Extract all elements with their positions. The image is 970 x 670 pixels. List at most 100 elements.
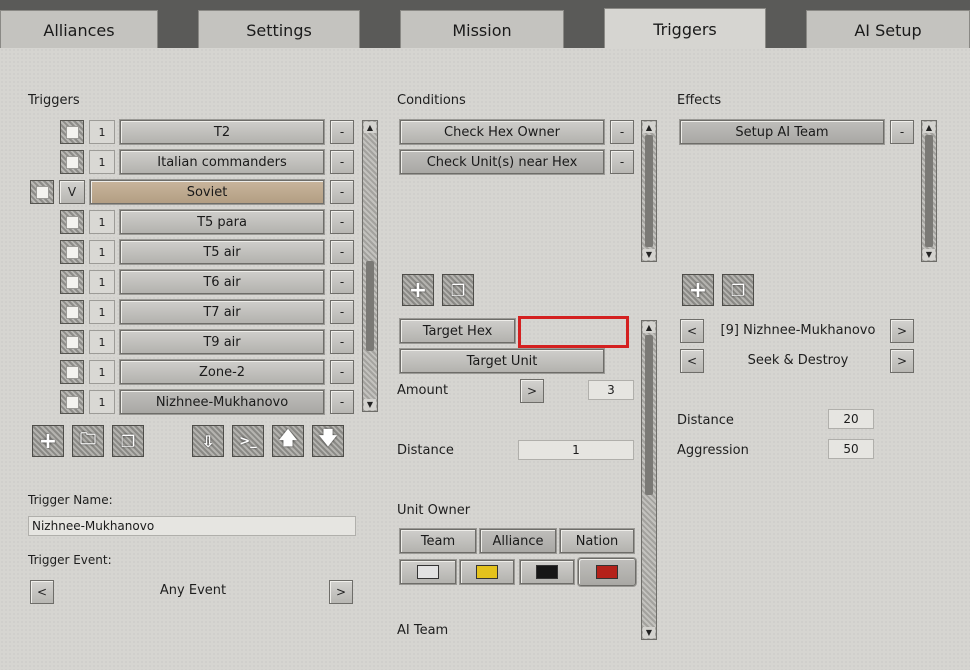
trigger-item[interactable]: T2: [120, 120, 324, 144]
scroll-up-icon[interactable]: ▲: [364, 122, 376, 133]
amount-next-button[interactable]: >: [520, 379, 544, 403]
trigger-repeat-count[interactable]: 1: [89, 330, 115, 354]
trigger-repeat-count[interactable]: 1: [89, 240, 115, 264]
trigger-remove-button[interactable]: -: [330, 180, 354, 204]
owner-tab-nation[interactable]: Nation: [560, 529, 634, 553]
copy-trigger-button[interactable]: ❐: [112, 425, 144, 457]
condition-item-selected[interactable]: Check Unit(s) near Hex: [400, 150, 604, 174]
owner-color-yellow-button[interactable]: [460, 560, 514, 584]
trigger-list-scrollbar[interactable]: ▲ ▼: [362, 120, 378, 412]
trigger-item[interactable]: Italian commanders: [120, 150, 324, 174]
script-button[interactable]: >_: [232, 425, 264, 457]
move-up-button[interactable]: 🡅: [272, 425, 304, 457]
mode-prev-button[interactable]: <: [680, 349, 704, 373]
condition-remove-button[interactable]: -: [610, 120, 634, 144]
aggression-value[interactable]: 50: [828, 439, 874, 459]
trigger-repeat-count[interactable]: 1: [89, 270, 115, 294]
event-next-button[interactable]: >: [329, 580, 353, 604]
add-trigger-button[interactable]: +: [32, 425, 64, 457]
owner-tab-team[interactable]: Team: [400, 529, 476, 553]
copy-effect-button[interactable]: ❐: [722, 274, 754, 306]
trigger-remove-button[interactable]: -: [330, 150, 354, 174]
trigger-remove-button[interactable]: -: [330, 330, 354, 354]
trigger-remove-button[interactable]: -: [330, 360, 354, 384]
scroll-up-icon[interactable]: ▲: [643, 122, 655, 133]
condition-item[interactable]: Check Hex Owner: [400, 120, 604, 144]
condition-details-scrollbar[interactable]: ▲ ▼: [641, 320, 657, 640]
trigger-enable-checkbox[interactable]: [60, 240, 84, 264]
trigger-repeat-count[interactable]: 1: [89, 390, 115, 414]
trigger-remove-button[interactable]: -: [330, 300, 354, 324]
tab-settings[interactable]: Settings: [198, 10, 360, 50]
trigger-enable-checkbox[interactable]: [60, 330, 84, 354]
amount-value[interactable]: 3: [588, 380, 634, 400]
trigger-remove-button[interactable]: -: [330, 270, 354, 294]
trigger-repeat-count[interactable]: 1: [89, 210, 115, 234]
trigger-remove-button[interactable]: -: [330, 390, 354, 414]
trigger-remove-button[interactable]: -: [330, 210, 354, 234]
tab-triggers[interactable]: Triggers: [604, 8, 766, 50]
trigger-enable-checkbox[interactable]: [60, 210, 84, 234]
scroll-thumb[interactable]: [366, 261, 374, 351]
trigger-repeat-count[interactable]: 1: [89, 300, 115, 324]
distance-value[interactable]: 1: [518, 440, 634, 460]
effects-scrollbar[interactable]: ▲ ▼: [921, 120, 937, 262]
target-unit-button[interactable]: Target Unit: [400, 349, 604, 373]
trigger-item[interactable]: T5 air: [120, 240, 324, 264]
trigger-enable-checkbox[interactable]: [30, 180, 54, 204]
import-trigger-button[interactable]: ⇩: [192, 425, 224, 457]
scroll-down-icon[interactable]: ▼: [643, 249, 655, 260]
trigger-enable-checkbox[interactable]: [60, 150, 84, 174]
target-hex-button[interactable]: Target Hex: [400, 319, 515, 343]
scroll-down-icon[interactable]: ▼: [364, 399, 376, 410]
trigger-enable-checkbox[interactable]: [60, 360, 84, 384]
trigger-item-selected[interactable]: Soviet: [90, 180, 324, 204]
trigger-repeat-count[interactable]: 1: [89, 360, 115, 384]
scroll-down-icon[interactable]: ▼: [923, 249, 935, 260]
target-hex-highlight[interactable]: [518, 316, 629, 348]
conditions-scrollbar[interactable]: ▲ ▼: [641, 120, 657, 262]
trigger-remove-button[interactable]: -: [330, 120, 354, 144]
trigger-item[interactable]: T9 air: [120, 330, 324, 354]
tab-ai-setup[interactable]: AI Setup: [806, 10, 970, 50]
effect-item-selected[interactable]: Setup AI Team: [680, 120, 884, 144]
trigger-remove-button[interactable]: -: [330, 240, 354, 264]
scroll-up-icon[interactable]: ▲: [643, 322, 655, 333]
effect-remove-button[interactable]: -: [890, 120, 914, 144]
owner-color-black-button[interactable]: [520, 560, 574, 584]
event-prev-button[interactable]: <: [30, 580, 54, 604]
add-effect-button[interactable]: +: [682, 274, 714, 306]
target-next-button[interactable]: >: [890, 319, 914, 343]
copy-condition-button[interactable]: ❐: [442, 274, 474, 306]
scroll-thumb[interactable]: [645, 335, 653, 495]
scroll-up-icon[interactable]: ▲: [923, 122, 935, 133]
trigger-item[interactable]: T7 air: [120, 300, 324, 324]
trigger-item[interactable]: T6 air: [120, 270, 324, 294]
tab-alliances[interactable]: Alliances: [0, 10, 158, 50]
scroll-thumb[interactable]: [925, 135, 933, 247]
effect-distance-value[interactable]: 20: [828, 409, 874, 429]
trigger-enable-checkbox[interactable]: [60, 270, 84, 294]
add-condition-button[interactable]: +: [402, 274, 434, 306]
trigger-repeat-count[interactable]: 1: [89, 120, 115, 144]
scroll-thumb[interactable]: [645, 135, 653, 247]
owner-color-red-button[interactable]: [578, 558, 636, 586]
owner-tab-alliance[interactable]: Alliance: [480, 529, 556, 553]
scroll-down-icon[interactable]: ▼: [643, 627, 655, 638]
owner-color-white-button[interactable]: [400, 560, 456, 584]
trigger-enable-checkbox[interactable]: [60, 300, 84, 324]
trigger-item[interactable]: Zone-2: [120, 360, 324, 384]
tab-mission[interactable]: Mission: [400, 10, 564, 50]
trigger-item[interactable]: Nizhnee-Mukhanovo: [120, 390, 324, 414]
open-folder-button[interactable]: 🗀: [72, 425, 104, 457]
move-down-button[interactable]: 🡇: [312, 425, 344, 457]
trigger-item[interactable]: T5 para: [120, 210, 324, 234]
mode-next-button[interactable]: >: [890, 349, 914, 373]
condition-remove-button[interactable]: -: [610, 150, 634, 174]
trigger-repeat-count[interactable]: 1: [89, 150, 115, 174]
trigger-enable-checkbox[interactable]: [60, 120, 84, 144]
trigger-expand-toggle[interactable]: V: [59, 180, 85, 204]
trigger-name-input[interactable]: Nizhnee-Mukhanovo: [28, 516, 356, 536]
trigger-enable-checkbox[interactable]: [60, 390, 84, 414]
target-prev-button[interactable]: <: [680, 319, 704, 343]
